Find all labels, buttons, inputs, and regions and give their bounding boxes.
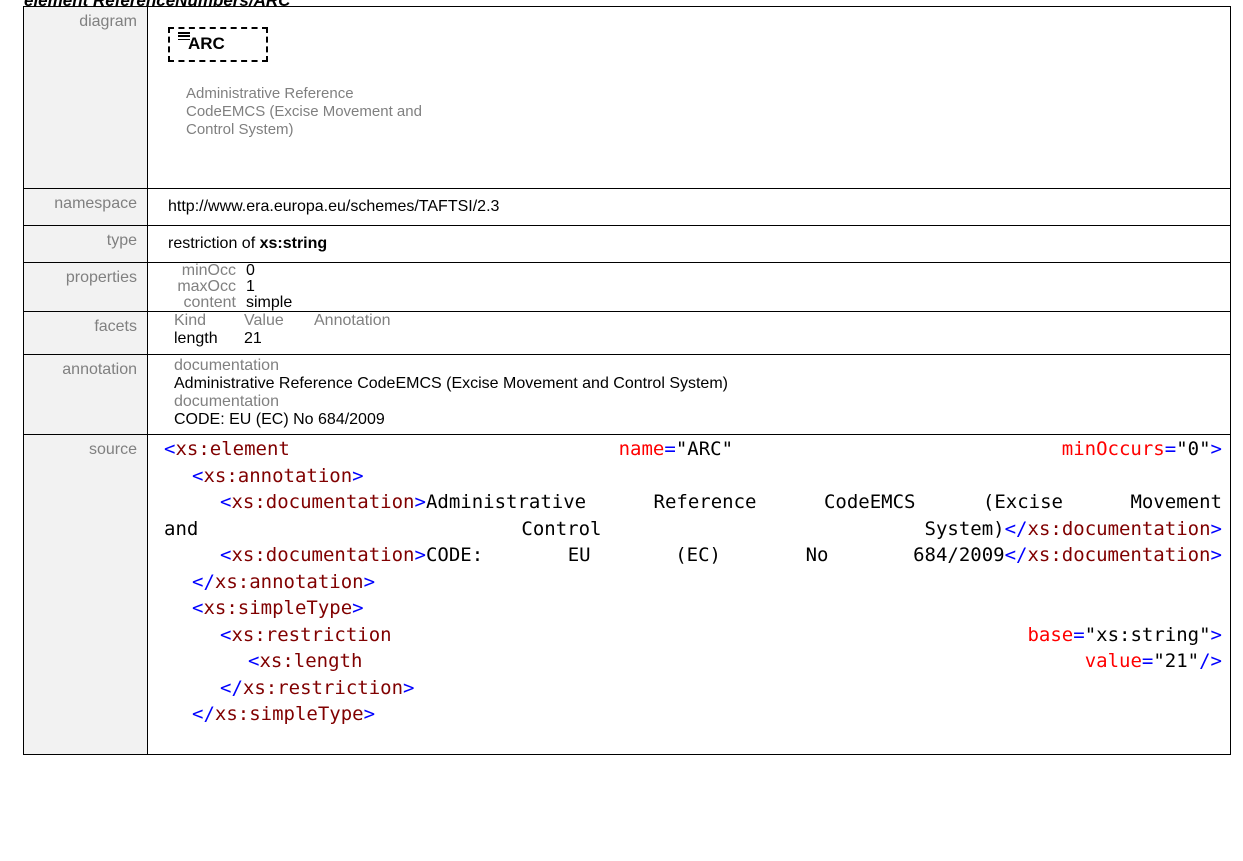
element-box[interactable]: ARC bbox=[168, 27, 268, 62]
source-line: and Control System)</xs:documentation> bbox=[164, 517, 1222, 540]
source-line: </xs:simpleType> bbox=[192, 703, 376, 725]
namespace-label: namespace bbox=[23, 188, 148, 226]
facets-table: Kind Value Annotation length 21 bbox=[168, 312, 1230, 348]
facets-header-value: Value bbox=[244, 312, 284, 329]
facets-header-annotation: Annotation bbox=[314, 312, 391, 329]
type-value: restriction of xs:string bbox=[147, 225, 1231, 263]
property-key: maxOcc bbox=[177, 278, 236, 295]
source-line: <xs:restriction base="xs:string"> bbox=[220, 623, 1222, 646]
facets-label: facets bbox=[23, 311, 148, 355]
source-line: <xs:documentation>CODE: EU (EC) No 684/2… bbox=[220, 544, 1222, 566]
source-line: <xs:element name="ARC" minOccurs="0"> bbox=[164, 438, 1222, 460]
type-row: type restriction of xs:string bbox=[23, 225, 1231, 263]
facet-kind: length bbox=[174, 330, 218, 347]
source-line: <xs:simpleType> bbox=[192, 597, 364, 619]
source-line: <xs:documentation>Administrative Referen… bbox=[220, 491, 1222, 513]
diagram-row: diagram ARC Administrative Reference Cod… bbox=[23, 6, 1231, 189]
properties-value: minOcc 0 maxOcc 1 content simple bbox=[147, 262, 1231, 312]
source-row: source <xs:element name="ARC" minOccurs=… bbox=[23, 434, 1231, 755]
property-key: content bbox=[183, 294, 236, 311]
type-label: type bbox=[23, 225, 148, 263]
property-value: 0 bbox=[246, 262, 255, 279]
source-line: <xs:length value="21"/> bbox=[248, 650, 1222, 672]
diagram: ARC Administrative Reference CodeEMCS (E… bbox=[148, 7, 1230, 188]
documentation-text: Administrative Reference CodeEMCS (Excis… bbox=[174, 375, 728, 392]
annotation-label: annotation bbox=[23, 354, 148, 435]
schema-doc-table: diagram ARC Administrative Reference Cod… bbox=[23, 6, 1231, 755]
source-cell: <xs:element name="ARC" minOccurs="0"> <x… bbox=[147, 434, 1231, 755]
documentation-label: documentation bbox=[174, 357, 279, 374]
documentation-text: CODE: EU (EC) No 684/2009 bbox=[174, 411, 385, 428]
source-line: </xs:annotation> bbox=[192, 570, 376, 593]
type-prefix: restriction of bbox=[168, 235, 260, 252]
documentation-label: documentation bbox=[174, 393, 279, 410]
annotation-value: documentation Administrative Reference C… bbox=[147, 354, 1231, 435]
namespace-row: namespace http://www.era.europa.eu/schem… bbox=[23, 188, 1231, 226]
diagram-cell: ARC Administrative Reference CodeEMCS (E… bbox=[147, 6, 1231, 189]
property-value: simple bbox=[246, 294, 293, 311]
source-line: <xs:annotation> bbox=[192, 464, 364, 487]
property-value: 1 bbox=[246, 278, 255, 295]
properties-row: properties minOcc 0 maxOcc 1 content sim… bbox=[23, 262, 1231, 312]
properties-label: properties bbox=[23, 262, 148, 312]
source-code: <xs:element name="ARC" minOccurs="0"> <x… bbox=[162, 435, 1222, 728]
property-key: minOcc bbox=[181, 262, 236, 279]
annotation-row: annotation documentation Administrative … bbox=[23, 354, 1231, 435]
type-base[interactable]: xs:string bbox=[260, 235, 328, 252]
facet-value: 21 bbox=[244, 330, 262, 347]
source-label: source bbox=[23, 434, 148, 755]
facets-header-kind: Kind bbox=[174, 312, 207, 329]
element-description: Administrative Reference CodeEMCS (Excis… bbox=[186, 85, 422, 138]
facets-row: facets Kind Value Annotation length 21 bbox=[23, 311, 1231, 355]
diagram-label: diagram bbox=[23, 6, 148, 189]
namespace-value: http://www.era.europa.eu/schemes/TAFTSI/… bbox=[147, 188, 1231, 226]
facet-annotation bbox=[314, 330, 1230, 348]
facets-value: Kind Value Annotation length 21 bbox=[147, 311, 1231, 355]
element-name: ARC bbox=[188, 34, 225, 53]
source-line: </xs:restriction> bbox=[220, 676, 415, 699]
